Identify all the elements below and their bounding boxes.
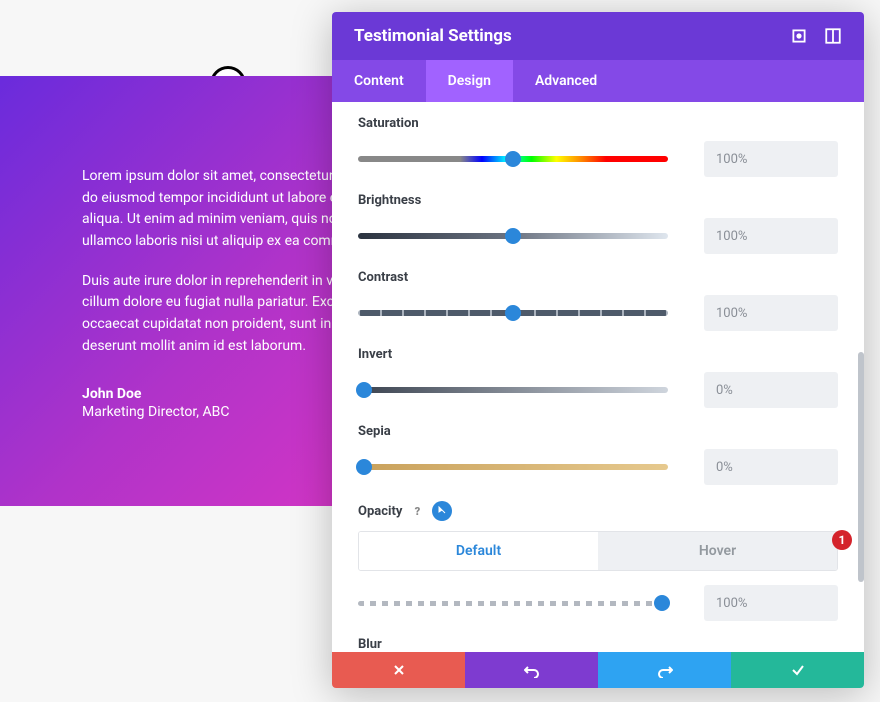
sepia-value[interactable]: 0% <box>704 449 838 485</box>
opacity-slider[interactable] <box>358 601 668 606</box>
tab-design[interactable]: Design <box>426 60 513 102</box>
saturation-value[interactable]: 100% <box>704 141 838 177</box>
saturation-thumb[interactable] <box>505 151 521 167</box>
help-icon[interactable]: ? <box>410 504 424 518</box>
field-invert: Invert 0% <box>358 347 838 408</box>
redo-button[interactable] <box>598 652 731 688</box>
field-blur: Blur 0px <box>358 637 838 652</box>
opacity-label: Opacity ? <box>358 501 838 521</box>
cancel-button[interactable] <box>332 652 465 688</box>
tab-content[interactable]: Content <box>332 60 426 102</box>
annotation-marker-1: 1 <box>832 530 852 550</box>
scrollbar[interactable] <box>858 352 864 582</box>
settings-panel: Testimonial Settings Content Design Adva… <box>332 12 864 688</box>
opacity-value[interactable]: 100% <box>704 585 838 621</box>
invert-slider[interactable] <box>358 387 668 393</box>
panel-title: Testimonial Settings <box>354 26 774 46</box>
sepia-slider[interactable] <box>358 464 668 470</box>
opacity-default-button[interactable]: Default <box>359 532 598 570</box>
opacity-thumb[interactable] <box>654 595 670 611</box>
field-contrast: Contrast 100% <box>358 270 838 331</box>
contrast-slider[interactable] <box>358 310 668 316</box>
contrast-label: Contrast <box>358 270 838 285</box>
sepia-thumb[interactable] <box>356 459 372 475</box>
contrast-thumb[interactable] <box>505 305 521 321</box>
panel-footer <box>332 652 864 688</box>
field-opacity: Opacity ? Default Hover 100% <box>358 501 838 621</box>
brightness-thumb[interactable] <box>505 228 521 244</box>
undo-button[interactable] <box>465 652 598 688</box>
brightness-value[interactable]: 100% <box>704 218 838 254</box>
saturation-slider[interactable] <box>358 156 668 162</box>
field-sepia: Sepia 0% <box>358 424 838 485</box>
field-brightness: Brightness 100% <box>358 193 838 254</box>
opacity-state-toggle: Default Hover <box>358 531 838 571</box>
saturation-label: Saturation <box>358 116 838 131</box>
tab-advanced[interactable]: Advanced <box>513 60 619 102</box>
contrast-value[interactable]: 100% <box>704 295 838 331</box>
hover-state-icon[interactable] <box>432 501 452 521</box>
brightness-slider[interactable] <box>358 233 668 239</box>
invert-value[interactable]: 0% <box>704 372 838 408</box>
invert-label: Invert <box>358 347 838 362</box>
confirm-button[interactable] <box>731 652 864 688</box>
opacity-hover-button[interactable]: Hover <box>598 532 837 570</box>
tab-bar: Content Design Advanced <box>332 60 864 102</box>
blur-label: Blur <box>358 637 838 652</box>
field-saturation: Saturation 100% <box>358 116 838 177</box>
panel-body: Saturation 100% Brightness 100% Contrast <box>332 102 864 652</box>
panel-header: Testimonial Settings <box>332 12 864 60</box>
layout-icon[interactable] <box>824 27 842 45</box>
brightness-label: Brightness <box>358 193 838 208</box>
expand-icon[interactable] <box>790 27 808 45</box>
sepia-label: Sepia <box>358 424 838 439</box>
opacity-label-text: Opacity <box>358 504 402 519</box>
invert-thumb[interactable] <box>356 382 372 398</box>
